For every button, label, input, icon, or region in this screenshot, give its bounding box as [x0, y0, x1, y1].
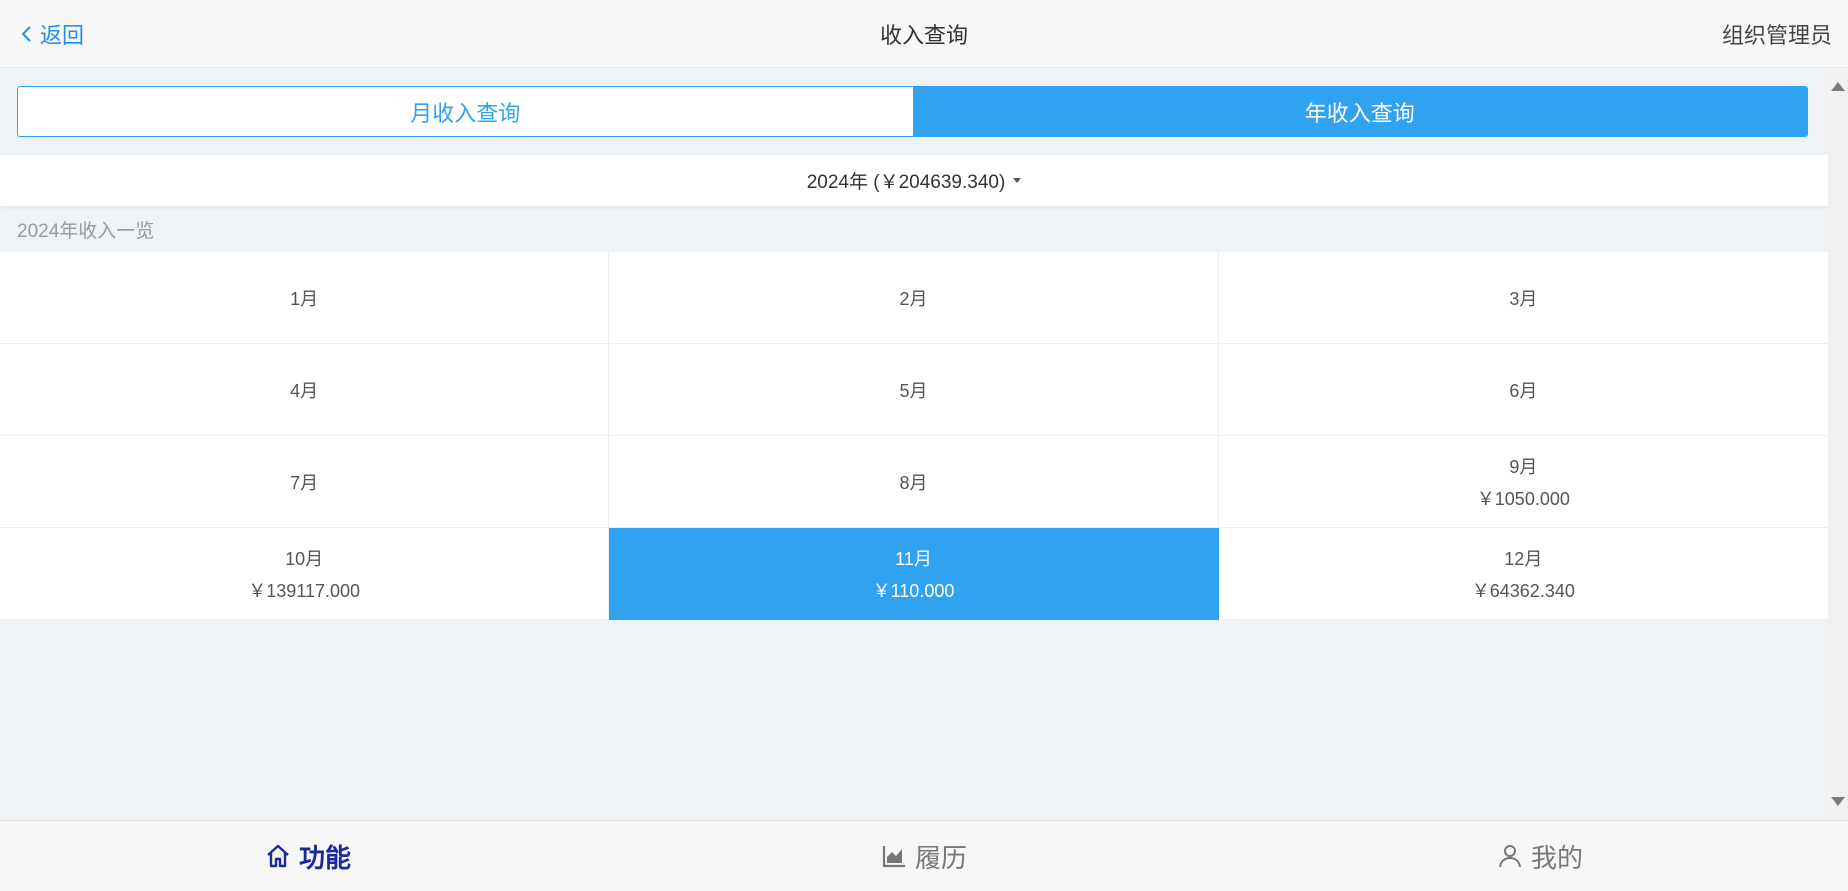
app-root: 返回 收入查询 组织管理员 月收入查询 年收入查询 2024年 (￥204639…	[0, 0, 1848, 891]
month-cell-12[interactable]: 12月 ￥64362.340	[1218, 528, 1828, 620]
scroll-up-arrow-icon[interactable]	[1831, 82, 1845, 91]
month-label: 1月	[290, 288, 319, 309]
tab-label: 履历	[914, 842, 967, 873]
month-label: 5月	[899, 380, 928, 401]
tab-history[interactable]: 履历	[616, 821, 1232, 891]
month-label: 9月	[1509, 456, 1538, 477]
month-label: 3月	[1509, 288, 1538, 309]
month-cell-6[interactable]: 6月	[1218, 344, 1828, 436]
month-cell-8[interactable]: 8月	[609, 436, 1219, 528]
back-label: 返回	[40, 23, 85, 48]
year-dropdown[interactable]: 2024年 (￥204639.340)	[807, 167, 1022, 194]
page-title: 收入查询	[879, 22, 968, 48]
month-amount: ￥139117.000	[248, 580, 361, 601]
tab-label: 我的	[1530, 842, 1583, 873]
back-button[interactable]: 返回	[20, 0, 84, 68]
tab-label: 功能	[298, 842, 351, 873]
month-cell-3[interactable]: 3月	[1218, 252, 1828, 344]
vertical-scrollbar[interactable]	[1828, 68, 1848, 820]
month-cell-7[interactable]: 7月	[0, 436, 610, 528]
month-amount: ￥1050.000	[1476, 488, 1570, 509]
chart-icon	[882, 846, 905, 868]
month-amount: ￥64362.340	[1471, 580, 1575, 601]
user-icon	[1498, 845, 1521, 868]
tab-yearly-income[interactable]: 年收入查询	[912, 87, 1807, 136]
month-label: 2月	[899, 288, 928, 309]
content-area: 月收入查询 年收入查询 2024年 (￥204639.340) 2024年收入一…	[0, 68, 1848, 820]
month-label: 8月	[899, 472, 928, 493]
month-cell-9[interactable]: 9月 ￥1050.000	[1218, 436, 1828, 528]
tab-functions[interactable]: 功能	[0, 821, 616, 891]
month-cell-2[interactable]: 2月	[609, 252, 1219, 344]
month-amount: ￥110.000	[872, 580, 955, 601]
month-cell-1[interactable]: 1月	[0, 252, 610, 344]
month-label: 12月	[1504, 548, 1543, 569]
month-label: 11月	[895, 548, 932, 569]
year-selector-bar: 2024年 (￥204639.340)	[0, 155, 1828, 206]
chevron-left-icon	[21, 26, 31, 42]
month-label: 10月	[285, 548, 324, 569]
scroll-down-arrow-icon[interactable]	[1831, 797, 1845, 806]
month-label: 7月	[290, 472, 319, 493]
user-role-label[interactable]: 组织管理员	[1722, 0, 1832, 68]
caret-down-icon	[1013, 178, 1022, 183]
month-cell-10[interactable]: 10月 ￥139117.000	[0, 528, 610, 620]
month-cell-11[interactable]: 11月 ￥110.000	[609, 528, 1219, 620]
bottom-tab-bar: 功能 履历 我的	[0, 820, 1848, 891]
section-label: 2024年收入一览	[17, 221, 155, 242]
month-cell-5[interactable]: 5月	[609, 344, 1219, 436]
month-label: 6月	[1509, 380, 1538, 401]
month-label: 4月	[290, 380, 319, 401]
query-type-tabs: 月收入查询 年收入查询	[17, 86, 1808, 137]
top-nav-bar: 返回 收入查询 组织管理员	[0, 0, 1848, 68]
year-dropdown-value: 2024年 (￥204639.340)	[806, 172, 1006, 193]
tab-mine[interactable]: 我的	[1232, 821, 1848, 891]
tab-monthly-income[interactable]: 月收入查询	[18, 87, 913, 136]
home-icon	[267, 844, 289, 868]
month-cell-4[interactable]: 4月	[0, 344, 610, 436]
month-grid: 1月 2月 3月 4月 5月 6月 7月 8月 9月 ￥1050.000 10月…	[0, 252, 1828, 620]
